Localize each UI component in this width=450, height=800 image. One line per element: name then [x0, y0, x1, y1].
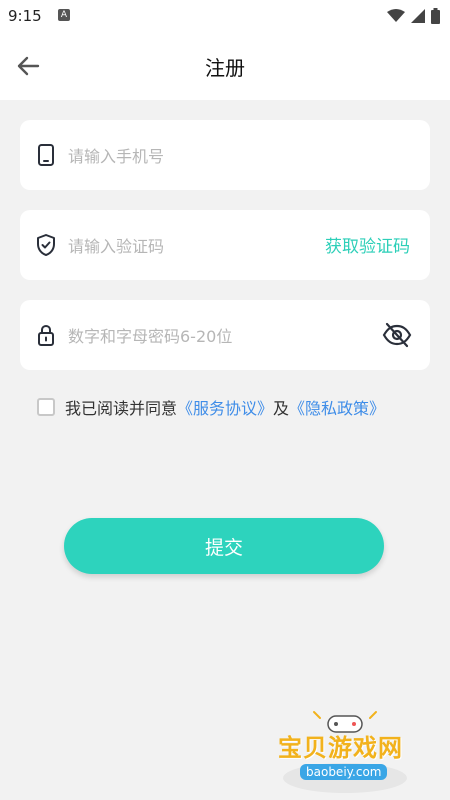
watermark-logo: 宝贝游戏网 baobeiy.com: [270, 708, 420, 796]
lock-icon: [38, 324, 54, 346]
verification-code-input[interactable]: [66, 227, 310, 265]
phone-input[interactable]: [66, 137, 310, 175]
app-header: 注册: [0, 32, 450, 100]
agree-checkbox[interactable]: [37, 398, 55, 416]
privacy-policy-link[interactable]: 《隐私政策》: [289, 395, 385, 419]
password-field-card: [20, 300, 430, 370]
submit-button[interactable]: 提交: [64, 518, 384, 574]
page-title: 注册: [205, 56, 245, 80]
watermark-url: baobeiy.com: [300, 764, 388, 780]
wifi-icon: [387, 9, 405, 22]
status-bar: 9:15 A: [0, 0, 450, 32]
watermark-title: 宝贝游戏网: [278, 734, 403, 762]
eye-off-icon[interactable]: [382, 322, 412, 348]
signal-icon: [411, 9, 425, 23]
battery-icon: [431, 8, 440, 24]
shield-check-icon: [37, 234, 55, 256]
agreement-row: 我已阅读并同意 《服务协议》 及 《隐私政策》: [37, 395, 385, 419]
app-notification-icon: A: [58, 9, 70, 21]
status-time: 9:15: [8, 7, 42, 25]
agreement-prefix: 我已阅读并同意: [65, 399, 178, 418]
agreement-conjunction: 及: [273, 399, 290, 418]
get-code-button[interactable]: 获取验证码: [325, 232, 410, 257]
phone-field-card: [20, 120, 430, 190]
password-input[interactable]: [66, 317, 310, 355]
service-agreement-link[interactable]: 《服务协议》: [177, 395, 273, 419]
status-icons: [387, 7, 440, 25]
code-field-card: 获取验证码: [20, 210, 430, 280]
phone-icon: [38, 144, 54, 166]
